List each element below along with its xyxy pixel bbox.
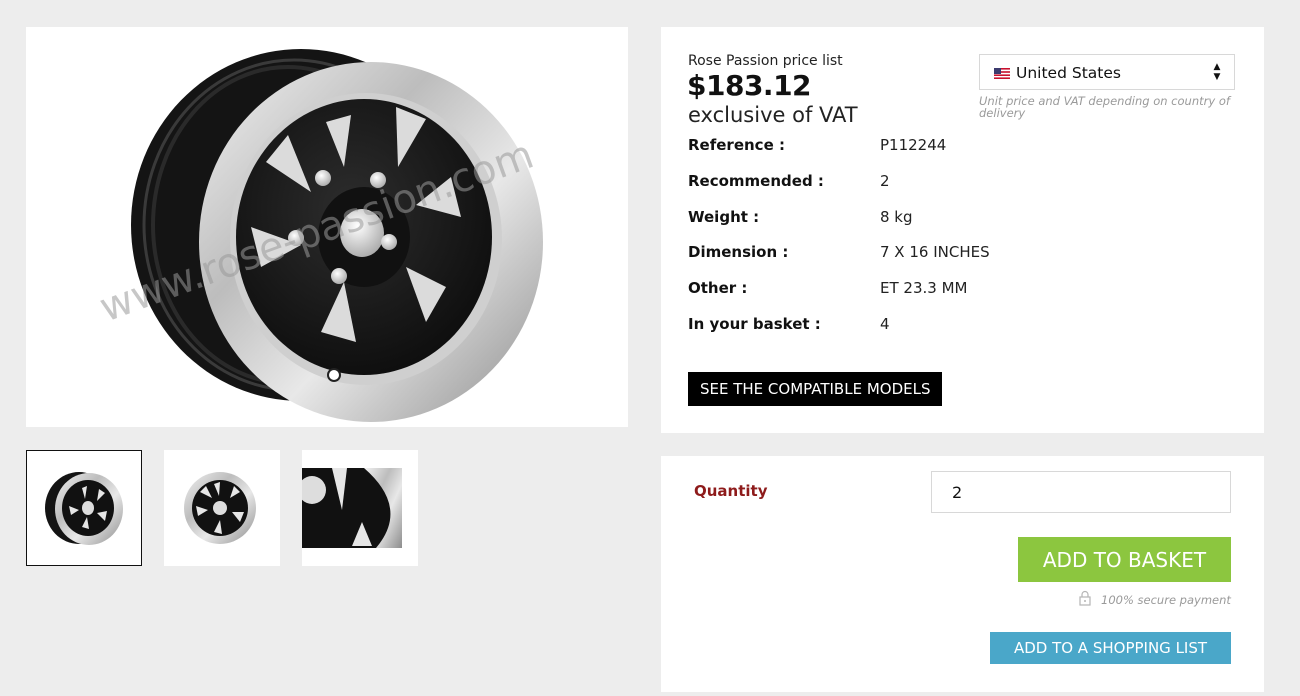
spec-value: 7 X 16 INCHES xyxy=(880,243,990,261)
wheel-thumbnail-icon xyxy=(45,472,123,545)
thumbnail-3[interactable] xyxy=(302,450,418,566)
wheel-detail-thumbnail-icon xyxy=(302,468,402,548)
see-compatible-models-button[interactable]: SEE THE COMPATIBLE MODELS xyxy=(688,372,943,406)
spec-value: 4 xyxy=(880,315,890,333)
spec-value: 2 xyxy=(880,172,890,190)
spec-value: P112244 xyxy=(880,136,947,154)
purchase-panel: Quantity ADD TO BASKET 100% secure payme… xyxy=(661,456,1264,692)
spec-row-in-basket: In your basket : 4 xyxy=(688,315,1228,335)
secure-payment-note: 100% secure payment xyxy=(1079,590,1232,610)
spec-label: Dimension : xyxy=(688,243,789,261)
spec-row-weight: Weight : 8 kg xyxy=(688,208,1228,228)
spec-row-recommended: Recommended : 2 xyxy=(688,172,1228,192)
spec-label: Recommended : xyxy=(688,172,824,190)
add-to-shopping-list-button[interactable]: ADD TO A SHOPPING LIST xyxy=(990,632,1231,664)
vat-note: exclusive of VAT xyxy=(688,103,858,127)
spec-label: In your basket : xyxy=(688,315,821,333)
price: $183.12 xyxy=(687,69,812,102)
quantity-label: Quantity xyxy=(694,482,768,500)
main-product-image[interactable]: www.rose-passion.com xyxy=(26,27,628,427)
wheel-image: www.rose-passion.com xyxy=(94,49,543,422)
country-note: Unit price and VAT depending on country … xyxy=(979,94,1230,120)
thumbnail-1[interactable] xyxy=(26,450,142,566)
spec-value: ET 23.3 MM xyxy=(880,279,968,297)
country-select-value: United States xyxy=(1016,64,1121,82)
wheel-thumbnail-icon xyxy=(184,472,256,544)
secure-payment-text: 100% secure payment xyxy=(1101,593,1231,607)
spec-label: Weight : xyxy=(688,208,760,226)
spec-value: 8 kg xyxy=(880,208,913,226)
spec-row-dimension: Dimension : 7 X 16 INCHES xyxy=(688,243,1228,263)
country-select[interactable]: United States ▲ ▼ xyxy=(979,54,1235,90)
spec-label: Other : xyxy=(688,279,748,297)
spec-row-other: Other : ET 23.3 MM xyxy=(688,279,1228,299)
us-flag-icon xyxy=(994,68,1010,79)
spec-row-reference: Reference : P112244 xyxy=(688,136,1228,156)
product-info-panel: Rose Passion price list $183.12 exclusiv… xyxy=(661,27,1264,433)
pricelist-label: Rose Passion price list xyxy=(688,53,843,69)
lock-icon xyxy=(1079,590,1091,606)
spec-label: Reference : xyxy=(688,136,785,154)
quantity-input[interactable] xyxy=(931,471,1231,513)
select-arrows-icon: ▲ ▼ xyxy=(1213,62,1221,82)
thumbnail-2[interactable] xyxy=(164,450,280,566)
add-to-basket-button[interactable]: ADD TO BASKET xyxy=(1018,537,1231,582)
